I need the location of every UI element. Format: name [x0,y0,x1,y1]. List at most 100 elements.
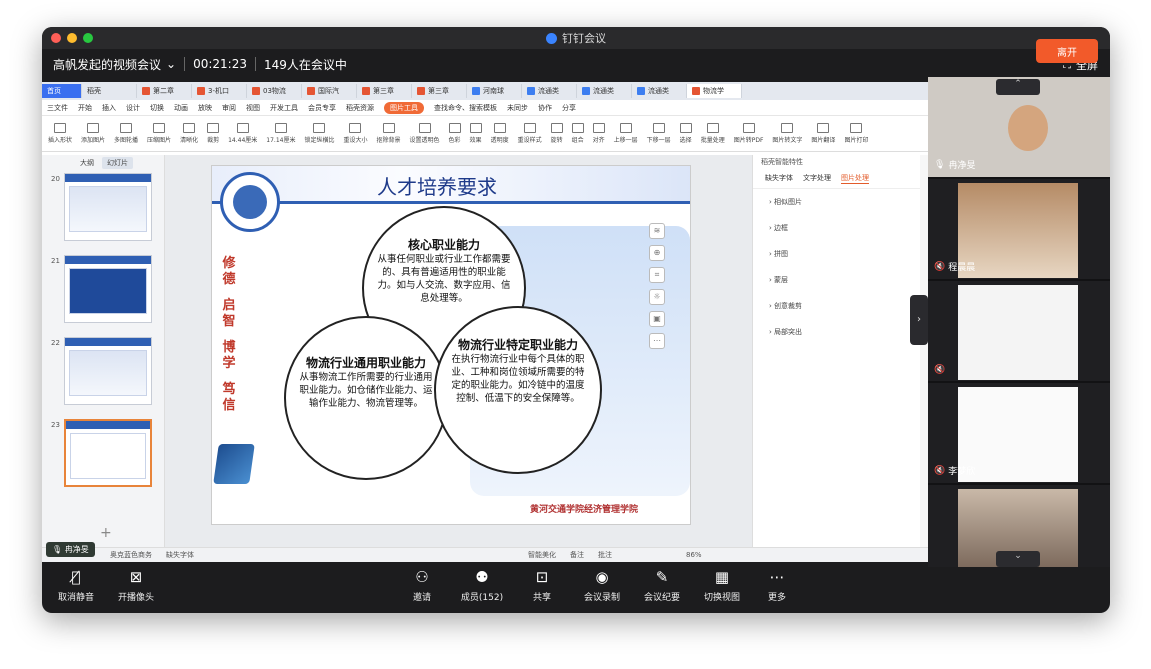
wps-tab[interactable]: 国际汽 [302,84,357,98]
wps-tab[interactable]: 流通类 [522,84,577,98]
ribbon-button[interactable]: 重设样式 [518,123,542,144]
panel-tab[interactable]: 文字处理 [803,173,831,184]
menu-item[interactable]: 视图 [246,103,260,113]
chevron-up-icon[interactable]: ⌃ [996,79,1040,95]
ribbon-button[interactable]: 14.44厘米 [228,123,257,144]
wps-tab[interactable]: 第三章 [357,84,412,98]
chevron-down-icon[interactable]: ⌄ [996,551,1040,567]
theme-name[interactable]: 奥克蓝色商务 [110,550,152,560]
menu-item[interactable]: 动画 [174,103,188,113]
control-更多[interactable]: ⋯ 更多 [747,567,807,603]
wps-tab[interactable]: 物流学 [687,84,742,98]
panel-item[interactable]: › 相似图片 [753,189,920,215]
image-icon[interactable]: ▣ [649,311,665,327]
ribbon-button[interactable]: 17.14厘米 [266,123,295,144]
ribbon-button[interactable]: 旋转 [550,123,563,144]
menu-item[interactable]: 开始 [78,103,92,113]
ribbon-button[interactable]: 图片翻译 [811,123,835,144]
wps-tab[interactable]: 03物流 [247,84,302,98]
menu-item[interactable]: 未同步 [507,103,528,113]
notes-button[interactable]: 备注 [570,550,584,560]
ribbon-button[interactable]: 锁定纵横比 [304,123,334,144]
close-window-button[interactable] [51,33,61,43]
ribbon-button[interactable]: 添加图片 [81,123,105,144]
control-成员(152)[interactable]: ⚉ 成员(152) [452,567,512,603]
wps-tab[interactable]: 第二章 [137,84,192,98]
ribbon-button[interactable]: 多图轮播 [114,123,138,144]
menu-item[interactable]: 协作 [538,103,552,113]
control-邀请[interactable]: ⚇ 邀请 [392,567,452,603]
wps-tab[interactable]: 稻壳 [82,84,137,98]
control-切换视图[interactable]: ▦ 切换视图 [692,567,752,603]
panel-item[interactable]: › 拼图 [753,241,920,267]
minimize-window-button[interactable] [67,33,77,43]
ribbon-button[interactable]: 选择 [679,123,692,144]
slide-thumbnail[interactable] [64,255,152,323]
crop-icon[interactable]: ⌗ [649,267,665,283]
menu-item[interactable]: 三文件 [47,103,68,113]
wps-tab[interactable]: 流通类 [632,84,687,98]
ribbon-button[interactable]: 清晰化 [180,123,198,144]
comments-button[interactable]: 批注 [598,550,612,560]
panel-item[interactable]: › 创意裁剪 [753,293,920,319]
bulb-icon[interactable]: ☼ [649,289,665,305]
control-取消静音[interactable]: 🎙̸ 取消静音 [46,567,106,603]
add-slide-button[interactable]: + [100,525,112,541]
ribbon-button[interactable]: 裁剪 [207,123,219,144]
venn-circle-general[interactable]: 物流行业通用职业能力 从事物流工作所需要的行业通用职业能力。如仓储作业能力、运输… [284,316,448,480]
ribbon-button[interactable]: 批量处理 [701,123,725,144]
participant-tile[interactable]: 🔇 [928,281,1110,381]
ribbon-button[interactable]: 色彩 [448,123,461,144]
wps-tab[interactable]: 流通类 [577,84,632,98]
menu-item[interactable]: 切换 [150,103,164,113]
panel-item[interactable]: › 蒙层 [753,267,920,293]
menu-item[interactable]: 审阅 [222,103,236,113]
menu-item[interactable]: 插入 [102,103,116,113]
ribbon-button[interactable]: 图片转PDF [734,123,763,144]
participant-tile[interactable]: 🔇 程晨晨 [928,179,1110,279]
menu-item[interactable]: 图片工具 [384,101,424,114]
meeting-name[interactable]: 高帆发起的视频会议 [53,56,161,73]
ribbon-button[interactable]: 插入形状 [48,123,72,144]
slide-thumbnail-selected[interactable] [64,419,152,487]
zoom-icon[interactable]: ⊕ [649,245,665,261]
ribbon-button[interactable]: 组合 [571,123,584,144]
panel-tab[interactable]: 缺失字体 [765,173,793,184]
participant-tile[interactable]: ⌄ [928,485,1110,567]
ribbon-button[interactable]: 上移一层 [614,123,638,144]
menu-item[interactable]: 查找命令、搜索模板 [434,103,497,113]
tab-outline[interactable]: 大纲 [80,158,94,168]
ribbon-button[interactable]: 抠除背景 [377,123,401,144]
control-开播像头[interactable]: ⊠ 开播像头 [106,567,166,603]
chevron-down-icon[interactable]: ⌄ [166,57,176,71]
wps-tab[interactable]: 首页 [42,84,82,98]
panel-item[interactable]: › 局部突出 [753,319,920,345]
wps-tab[interactable]: 第三章 [412,84,467,98]
ribbon-button[interactable]: 效果 [469,123,482,144]
smart-beautify[interactable]: 智能美化 [528,550,556,560]
menu-item[interactable]: 会员专享 [308,103,336,113]
wps-tab[interactable]: 河南球 [467,84,522,98]
collapse-panel-button[interactable]: › [910,295,928,345]
ribbon-button[interactable]: 重设大小 [343,123,368,144]
control-共享[interactable]: ⊡ 共享 [512,567,572,603]
ribbon-button[interactable]: 压缩图片 [147,123,171,144]
menu-item[interactable]: 稻壳资源 [346,103,374,113]
menu-item[interactable]: 放映 [198,103,212,113]
zoom-level[interactable]: 86% [686,551,702,559]
menu-item[interactable]: 开发工具 [270,103,298,113]
ribbon-button[interactable]: 下移一层 [647,123,671,144]
venn-circle-specific[interactable]: 物流行业特定职业能力 在执行物流行业中每个具体的职业、工种和岗位领域所需要的特定… [434,306,602,474]
menu-item[interactable]: 设计 [126,103,140,113]
control-会议录制[interactable]: ◉ 会议录制 [572,567,632,603]
zoom-window-button[interactable] [83,33,93,43]
ribbon-button[interactable]: 设置透明色 [410,123,440,144]
ribbon-button[interactable]: 透明度 [491,123,509,144]
more-icon[interactable]: ⋯ [649,333,665,349]
panel-tab[interactable]: 图片处理 [841,173,869,184]
leave-button[interactable]: 离开 [1036,39,1098,63]
control-会议纪要[interactable]: ✎ 会议纪要 [632,567,692,603]
wps-tab[interactable]: 3-机口 [192,84,247,98]
panel-item[interactable]: › 边框 [753,215,920,241]
tab-slides[interactable]: 幻灯片 [102,157,133,169]
